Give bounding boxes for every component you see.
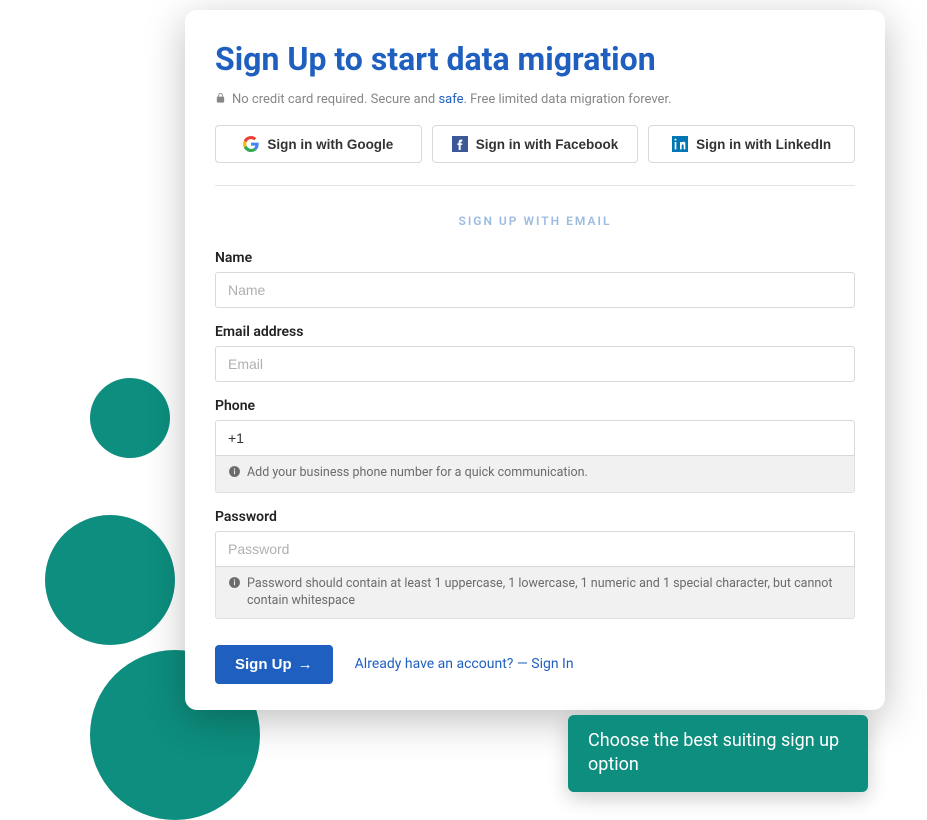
- google-signin-button[interactable]: Sign in with Google: [215, 125, 422, 163]
- signin-link[interactable]: Already have an account? — Sign In: [355, 656, 574, 672]
- name-label: Name: [215, 250, 855, 266]
- linkedin-signin-label: Sign in with LinkedIn: [696, 137, 831, 152]
- social-signin-row: Sign in with Google Sign in with Faceboo…: [215, 125, 855, 163]
- decorative-circle: [45, 515, 175, 645]
- linkedin-signin-button[interactable]: Sign in with LinkedIn: [648, 125, 855, 163]
- phone-hint: Add your business phone number for a qui…: [215, 456, 855, 493]
- subtitle-row: No credit card required. Secure and safe…: [215, 92, 855, 107]
- password-field-group: Password Password should contain at leas…: [215, 509, 855, 619]
- signup-button[interactable]: Sign Up →: [215, 645, 333, 684]
- facebook-icon: [452, 136, 468, 152]
- password-hint: Password should contain at least 1 upper…: [215, 567, 855, 619]
- email-label: Email address: [215, 324, 855, 340]
- lock-icon: [215, 92, 226, 107]
- name-field-group: Name: [215, 250, 855, 308]
- divider: [215, 185, 855, 186]
- safe-link[interactable]: safe: [438, 92, 463, 107]
- password-label: Password: [215, 509, 855, 525]
- actions-row: Sign Up → Already have an account? — Sig…: [215, 645, 855, 684]
- email-signup-heading: SIGN UP WITH EMAIL: [215, 214, 855, 228]
- linkedin-icon: [672, 136, 688, 152]
- google-signin-label: Sign in with Google: [267, 137, 393, 152]
- page-title: Sign Up to start data migration: [215, 40, 855, 78]
- email-input[interactable]: [215, 346, 855, 382]
- signup-button-label: Sign Up: [235, 656, 292, 673]
- signup-card: Sign Up to start data migration No credi…: [185, 10, 885, 710]
- password-input[interactable]: [215, 531, 855, 567]
- arrow-right-icon: →: [298, 656, 313, 673]
- tooltip-callout: Choose the best suiting sign up option: [568, 715, 868, 792]
- facebook-signin-button[interactable]: Sign in with Facebook: [432, 125, 639, 163]
- email-field-group: Email address: [215, 324, 855, 382]
- phone-input[interactable]: [215, 420, 855, 456]
- info-icon: [228, 576, 241, 595]
- info-icon: [228, 465, 241, 484]
- phone-hint-text: Add your business phone number for a qui…: [247, 464, 588, 482]
- google-icon: [243, 136, 259, 152]
- subtitle-text: No credit card required. Secure and safe…: [232, 92, 672, 107]
- phone-field-group: Phone Add your business phone number for…: [215, 398, 855, 493]
- name-input[interactable]: [215, 272, 855, 308]
- phone-label: Phone: [215, 398, 855, 414]
- decorative-circle: [90, 378, 170, 458]
- facebook-signin-label: Sign in with Facebook: [476, 137, 619, 152]
- password-hint-text: Password should contain at least 1 upper…: [247, 575, 842, 610]
